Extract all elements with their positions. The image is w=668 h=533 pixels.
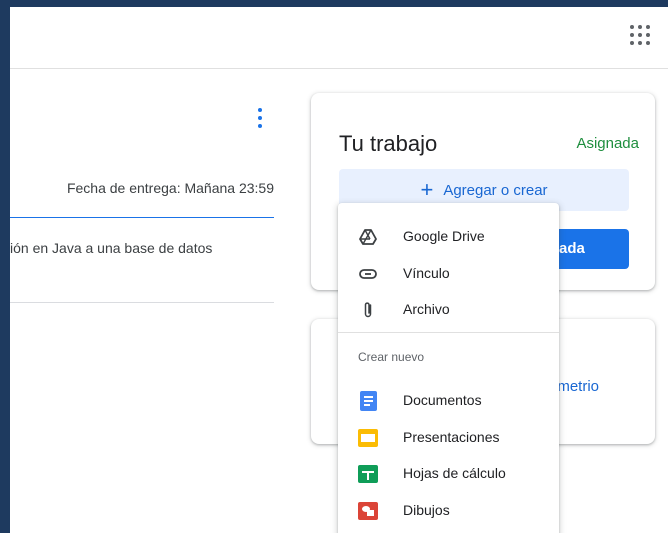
link-icon xyxy=(358,264,378,284)
menu-item-label: Dibujos xyxy=(403,502,450,518)
menu-item-label: Archivo xyxy=(403,301,450,317)
your-work-title: Tu trabajo xyxy=(339,131,438,156)
classroom-assignment-page: Fecha de entrega: Mañana 23:59 ión en Ja… xyxy=(10,7,668,533)
menu-item-label: Presentaciones xyxy=(403,429,500,445)
menu-item-google-drive[interactable]: Google Drive xyxy=(338,219,559,255)
menu-item-label: Hojas de cálculo xyxy=(403,465,506,481)
status-badge: Asignada xyxy=(576,135,639,152)
menu-item-sheets[interactable]: Hojas de cálculo xyxy=(338,456,559,492)
create-new-heading: Crear nuevo xyxy=(358,350,425,364)
menu-item-drawings[interactable]: Dibujos xyxy=(338,493,559,529)
docs-icon xyxy=(358,391,378,411)
due-date: Fecha de entrega: Mañana 23:59 xyxy=(66,180,274,196)
menu-item-docs[interactable]: Documentos xyxy=(338,383,559,419)
drawings-icon xyxy=(358,501,378,521)
add-or-create-menu: Google Drive Vínculo Archivo Crear nuevo xyxy=(338,203,559,533)
slides-icon xyxy=(358,428,378,448)
header-divider xyxy=(10,217,274,218)
section-divider xyxy=(10,302,274,303)
menu-divider xyxy=(338,332,559,333)
add-or-create-label: Agregar o crear xyxy=(443,181,548,199)
menu-item-file[interactable]: Archivo xyxy=(338,292,559,328)
menu-item-label: Documentos xyxy=(403,392,482,408)
menu-item-label: Google Drive xyxy=(403,228,485,244)
mark-done-label: ada xyxy=(559,240,585,257)
menu-item-link[interactable]: Vínculo xyxy=(338,256,559,292)
top-bar xyxy=(10,7,668,69)
menu-item-label: Vínculo xyxy=(403,265,450,281)
sheets-icon xyxy=(358,464,378,484)
apps-grid-icon[interactable] xyxy=(627,22,653,48)
google-drive-icon xyxy=(358,227,378,247)
plus-icon: + xyxy=(420,177,434,202)
assignment-description: ión en Java a una base de datos xyxy=(10,240,213,256)
attachment-icon xyxy=(358,300,378,320)
more-vert-icon[interactable] xyxy=(254,107,266,131)
menu-item-slides[interactable]: Presentaciones xyxy=(338,420,559,456)
